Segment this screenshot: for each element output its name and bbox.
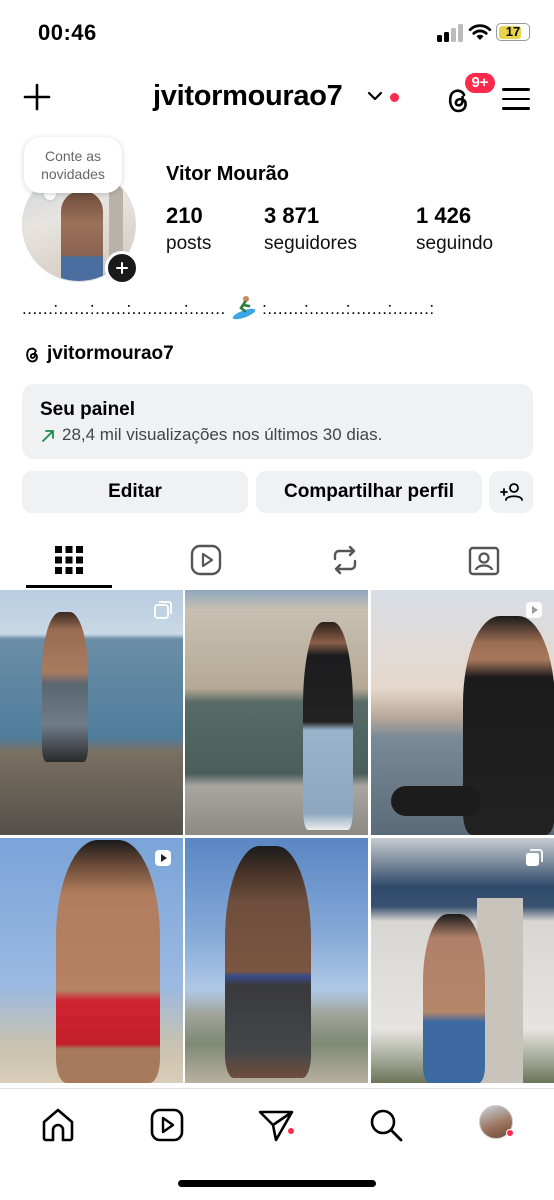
stat-following[interactable]: 1 426 seguindo	[416, 203, 493, 255]
menu-icon[interactable]	[502, 88, 530, 110]
post-thumbnail[interactable]	[185, 590, 368, 835]
discover-people-button[interactable]	[489, 471, 533, 513]
battery-icon: 17	[496, 23, 530, 41]
chevron-down-icon[interactable]	[367, 90, 383, 102]
post-thumbnail[interactable]	[371, 590, 554, 835]
grid-icon	[55, 546, 83, 574]
stat-followers[interactable]: 3 871 seguidores	[264, 203, 357, 255]
direct-messages-icon[interactable]	[256, 1105, 296, 1145]
following-count: 1 426	[416, 203, 472, 228]
reels-icon	[190, 544, 222, 576]
reels-icon[interactable]	[147, 1105, 187, 1145]
profile-header: jvitormourao7 9+	[0, 70, 554, 126]
bio-dots-left: ......:......:......:..........:.......	[22, 299, 226, 318]
cellular-signal-icon	[437, 24, 463, 42]
share-profile-button[interactable]: Compartilhar perfil	[256, 471, 482, 513]
followers-count: 3 871	[264, 203, 320, 228]
username-switcher[interactable]: jvitormourao7	[153, 80, 343, 113]
threads-icon	[26, 347, 38, 363]
post-thumbnail[interactable]	[185, 838, 368, 1083]
followers-label: seguidores	[264, 233, 357, 254]
bio-dots-right: :.......:.......:.......:.......:	[262, 299, 435, 318]
add-person-icon	[500, 483, 523, 501]
bio: ......:......:......:..........:....... …	[22, 294, 435, 320]
trend-up-arrow-icon	[42, 430, 54, 442]
dashboard-card[interactable]: Seu painel 28,4 mil visualizações nos úl…	[22, 384, 533, 459]
posts-count: 210	[166, 203, 203, 228]
carousel-icon	[154, 601, 172, 619]
stat-posts: 210 posts	[166, 203, 211, 255]
note-bubble[interactable]: Conte as novidades	[24, 137, 122, 193]
posts-grid	[0, 590, 554, 1090]
reel-icon	[155, 850, 171, 866]
wifi-icon	[468, 24, 492, 40]
reposts-icon	[333, 545, 357, 575]
carousel-icon	[526, 849, 543, 866]
posts-label: posts	[166, 233, 212, 254]
threads-handle: jvitormourao7	[47, 343, 174, 364]
dashboard-subtitle: 28,4 mil visualizações nos últimos 30 di…	[62, 425, 383, 444]
edit-profile-button[interactable]: Editar	[22, 471, 248, 513]
post-thumbnail[interactable]	[0, 838, 183, 1083]
create-plus-icon[interactable]	[22, 82, 52, 112]
reel-icon	[526, 602, 542, 618]
active-tab-indicator	[26, 585, 112, 588]
add-story-plus-icon[interactable]	[105, 251, 139, 285]
search-icon[interactable]	[366, 1105, 406, 1145]
following-label: seguindo	[416, 233, 494, 254]
post-thumbnail[interactable]	[0, 590, 183, 835]
home-indicator	[178, 1180, 376, 1187]
battery-level: 17	[505, 24, 521, 39]
status-bar: 00:46 17	[0, 0, 554, 66]
profile-tabs	[0, 535, 554, 589]
post-thumbnail[interactable]	[371, 838, 554, 1083]
threads-notification-badge: 9+	[463, 71, 497, 95]
status-time: 00:46	[38, 20, 97, 45]
profile-notification-dot	[506, 1129, 514, 1137]
display-name: Vitor Mourão	[166, 163, 289, 185]
tab-posts-grid[interactable]	[26, 535, 112, 589]
tab-reposts[interactable]	[301, 535, 387, 589]
messages-notification-dot	[287, 1127, 295, 1135]
tagged-icon	[468, 546, 500, 576]
tab-tagged[interactable]	[440, 535, 526, 589]
dashboard-title: Seu painel	[40, 399, 136, 420]
home-icon[interactable]	[38, 1105, 78, 1145]
account-notification-dot	[390, 93, 399, 102]
tab-reels[interactable]	[163, 535, 249, 589]
surfer-emoji-icon	[231, 294, 257, 320]
